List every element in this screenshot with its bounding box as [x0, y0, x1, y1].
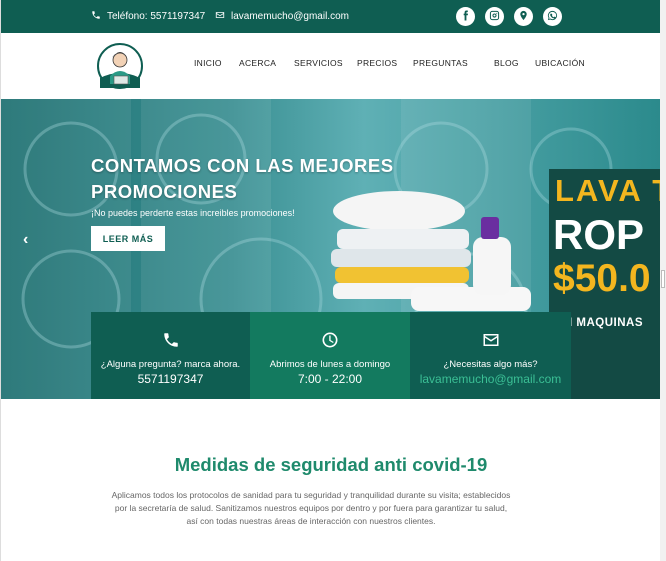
envelope-icon — [482, 331, 500, 349]
email-contact[interactable]: lavamemucho@gmail.com — [215, 10, 349, 23]
section-text-line: por la secretaría de salud. Sanitizamos … — [114, 503, 508, 513]
instagram-icon — [489, 10, 500, 24]
info-box-question: ¿Alguna pregunta? marca ahora. — [100, 359, 241, 370]
top-bar: Teléfono: 5571197347 lavamemucho@gmail.c… — [1, 0, 660, 33]
facebook-icon — [460, 9, 471, 24]
info-box-value[interactable]: lavamemucho@gmail.com — [410, 372, 571, 386]
nav-item-servicios[interactable]: SERVICIOS — [294, 58, 357, 68]
phone-label: Teléfono: 5571197347 — [107, 11, 206, 22]
phone-contact[interactable]: Teléfono: 5571197347 — [91, 10, 205, 23]
site-logo[interactable] — [90, 42, 150, 94]
whatsapp-link[interactable] — [543, 7, 562, 26]
hero-title: CONTAMOS CON LAS MEJORES PROMOCIONES — [91, 155, 394, 202]
info-box-question: ¿Necesitas algo más? — [443, 359, 538, 370]
page: Teléfono: 5571197347 lavamemucho@gmail.c… — [0, 0, 660, 561]
promo-line-1: LAVA T — [555, 173, 660, 208]
chevron-left-icon[interactable]: ‹ — [23, 231, 28, 249]
main-nav: INICIO ACERCA SERVICIOS PRECIOS PREGUNTA… — [194, 58, 595, 68]
nav-item-acerca[interactable]: ACERCA — [239, 58, 294, 68]
section-text-line: Aplicamos todos los protocolos de sanida… — [111, 490, 511, 500]
info-box-hours: Abrimos de lunes a domingo 7:00 - 22:00 — [250, 312, 410, 399]
section-text-line: así con todas nuestras áreas de interacc… — [186, 516, 436, 526]
site-header: INICIO ACERCA SERVICIOS PRECIOS PREGUNTA… — [1, 33, 660, 99]
promo-line-4: I MAQUINAS — [569, 317, 643, 329]
envelope-icon — [215, 10, 225, 23]
nav-item-blog[interactable]: BLOG — [494, 58, 535, 68]
phone-icon — [162, 331, 180, 349]
promo-line-3: $50.0 — [553, 257, 651, 300]
info-box-value: 5571197347 — [137, 372, 204, 386]
promo-line-2: ROP — [553, 211, 645, 258]
location-pin-icon — [518, 10, 529, 24]
info-box-phone[interactable]: ¿Alguna pregunta? marca ahora. 557119734… — [91, 312, 250, 399]
read-more-button[interactable]: LEER MÁS — [91, 226, 165, 251]
info-box-value: 7:00 - 22:00 — [297, 372, 363, 386]
clock-icon — [321, 331, 339, 349]
info-box-email[interactable]: ¿Necesitas algo más? lavamemucho@gmail.c… — [410, 312, 571, 399]
nav-item-precios[interactable]: PRECIOS — [357, 58, 413, 68]
social-links — [456, 7, 562, 26]
facebook-link[interactable] — [456, 7, 475, 26]
hero-subtitle: ¡No puedes perderte estas increibles pro… — [91, 208, 295, 218]
location-link[interactable] — [514, 7, 533, 26]
instagram-link[interactable] — [485, 7, 504, 26]
nav-item-preguntas[interactable]: PREGUNTAS — [413, 58, 494, 68]
phone-icon — [91, 10, 101, 23]
info-box-question: Abrimos de lunes a domingo — [269, 359, 391, 370]
nav-item-ubicacion[interactable]: UBICACIÓN — [535, 58, 595, 68]
whatsapp-icon — [547, 10, 558, 24]
section-text: Aplicamos todos los protocolos de sanida… — [81, 489, 541, 528]
scrollbar-handle[interactable] — [661, 270, 665, 288]
section-title: Medidas de seguridad anti covid-19 — [174, 454, 488, 475]
nav-item-inicio[interactable]: INICIO — [194, 58, 239, 68]
email-label: lavamemucho@gmail.com — [231, 11, 349, 22]
